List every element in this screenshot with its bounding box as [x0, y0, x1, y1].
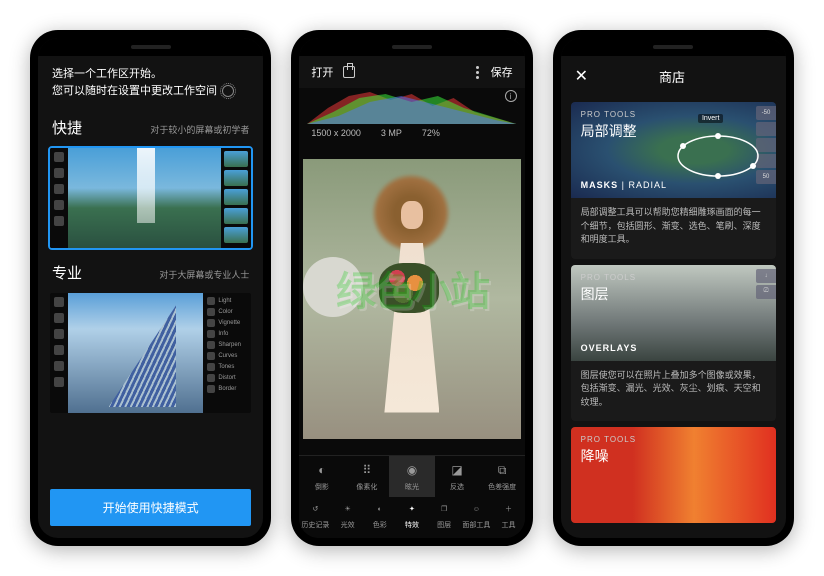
open-button[interactable]: 打开 [311, 64, 333, 80]
fx-chromatic[interactable]: ⧉色差强度 [480, 456, 525, 497]
quick-title: 快捷 [52, 117, 82, 138]
tool-effects[interactable]: ✦特效 [396, 501, 428, 530]
side-chips: ↓ ⎚ [756, 269, 776, 299]
header-line1: 选择一个工作区开始。 [52, 66, 249, 83]
tool-tools[interactable]: ＋工具 [492, 501, 524, 530]
quick-preview-image [68, 148, 221, 248]
more-icon[interactable] [476, 66, 479, 79]
invert-annotation: Invert [698, 114, 724, 123]
notch-bar [38, 38, 263, 56]
meta-dimensions: 1500 x 2000 [311, 128, 361, 138]
histogram[interactable]: i [299, 88, 524, 124]
settings-icon[interactable] [222, 85, 234, 97]
store-card-denoise[interactable]: PRO TOOLS 降噪 [571, 427, 776, 523]
store-title: 商店 [588, 67, 756, 86]
tool-layers[interactable]: ❐图层 [428, 501, 460, 530]
notch-bar [561, 38, 786, 56]
overlays-label: OVERLAYS [581, 343, 638, 353]
card-hero: PRO TOOLS 降噪 [571, 427, 776, 523]
photo-preview [303, 159, 520, 439]
fx-glare[interactable]: ◉眩光 [389, 456, 434, 497]
quick-workspace-card[interactable] [48, 146, 253, 250]
card-description: 局部调整工具可以帮助您精细雕琢画面的每一个细节，包括圆形、渐变、选色、笔刷、深度… [571, 198, 776, 259]
quick-left-tools [50, 148, 68, 248]
quick-subtitle: 对于较小的屏幕或初学者 [150, 123, 249, 136]
card-hero: PRO TOOLS 图层 OVERLAYS ↓ ⎚ [571, 265, 776, 361]
meta-megapixels: 3 MP [381, 128, 402, 138]
tool-face[interactable]: ☺面部工具 [460, 501, 492, 530]
bottom-toolbar: ↺历史记录 ☀光效 ◐色彩 ✦特效 ❐图层 ☺面部工具 ＋工具 [299, 497, 524, 538]
tool-history[interactable]: ↺历史记录 [299, 501, 331, 530]
workspace-header: 选择一个工作区开始。 您可以随时在设置中更改工作空间 [38, 56, 263, 109]
pro-left-tools [50, 293, 68, 413]
phone-workspace: 选择一个工作区开始。 您可以随时在设置中更改工作空间 快捷 对于较小的屏幕或初学… [30, 30, 271, 546]
masks-label: MASKS | RADIAL [581, 180, 667, 190]
card-description: 图层使您可以在照片上叠加多个图像或效果，包括渐变、漏光、光效、灰尘、划痕、天空和… [571, 361, 776, 422]
image-meta: 1500 x 2000 3 MP 72% [299, 124, 524, 142]
quick-section-header: 快捷 对于较小的屏幕或初学者 [38, 109, 263, 142]
fx-pixelate[interactable]: ⠿像素化 [344, 456, 389, 497]
radial-mask-overlay [673, 131, 763, 181]
pro-section-header: 专业 对于大屏幕或专业人士 [38, 254, 263, 287]
pro-workspace-card[interactable]: Light Color Vignette Info Sharpen Curves… [48, 291, 253, 415]
card-hero: PRO TOOLS 局部调整 MASKS | RADIAL -50 50 [571, 102, 776, 198]
start-quick-button[interactable]: 开始使用快捷模式 [50, 489, 251, 526]
close-icon[interactable]: ✕ [575, 66, 588, 86]
store-scroll[interactable]: PRO TOOLS 局部调整 MASKS | RADIAL -50 50 [561, 96, 786, 538]
pro-title: 专业 [52, 262, 82, 283]
editor-canvas[interactable] [299, 142, 524, 455]
tool-light[interactable]: ☀光效 [332, 501, 364, 530]
notch-bar [299, 38, 524, 56]
store-card-local-adjust[interactable]: PRO TOOLS 局部调整 MASKS | RADIAL -50 50 [571, 102, 776, 259]
fx-invert[interactable]: ◪反选 [435, 456, 480, 497]
quick-right-thumbs [221, 148, 251, 248]
phone-store: ✕ 商店 PRO TOOLS 局部调整 MASKS | RADIAL -50 5… [553, 30, 794, 546]
tool-color[interactable]: ◐色彩 [364, 501, 396, 530]
store-card-layers[interactable]: PRO TOOLS 图层 OVERLAYS ↓ ⎚ 图层使您可以在照片上叠加多个… [571, 265, 776, 422]
info-icon[interactable]: i [505, 90, 517, 102]
pro-subtitle: 对于大屏幕或专业人士 [159, 268, 249, 281]
pro-right-tools: Light Color Vignette Info Sharpen Curves… [203, 293, 251, 413]
store-header: ✕ 商店 [561, 56, 786, 96]
editor-topbar: 打开 保存 [299, 56, 524, 88]
export-icon[interactable] [343, 66, 355, 78]
pro-preview-image [68, 293, 203, 413]
header-line2: 您可以随时在设置中更改工作空间 [52, 83, 249, 100]
save-button[interactable]: 保存 [491, 64, 513, 80]
phone-editor: 打开 保存 i 1500 x 2000 3 MP 72% [291, 30, 532, 546]
meta-zoom: 72% [422, 128, 440, 138]
fx-reflection[interactable]: ◐倒影 [299, 456, 344, 497]
effects-row: ◐倒影 ⠿像素化 ◉眩光 ◪反选 ⧉色差强度 [299, 455, 524, 497]
